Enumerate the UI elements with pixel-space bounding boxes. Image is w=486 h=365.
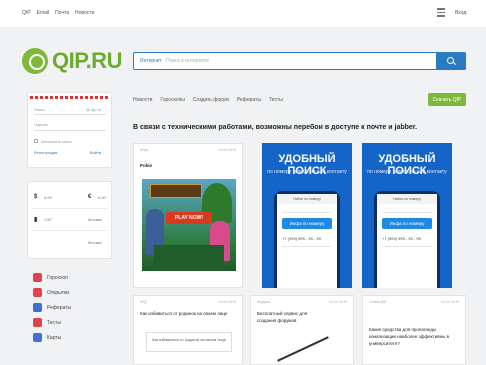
news-card[interactable]: Отзыв ДЖ 01.01.2019 Какие средства для п… [362,295,466,365]
thermometer-icon: ▮ [34,217,38,223]
remember-label: Запомнить меня [41,139,72,144]
card-title: Pokie [140,163,153,168]
service-item-horoscope[interactable]: Гороскоп [33,270,71,285]
ad-subheadline: по номеру телефона или контакту [367,169,447,175]
phone-search-ad[interactable]: УДОБНЫЙ ПОИСК по номеру телефона или кон… [362,143,452,288]
service-notice: В связи с техническими работами, возможн… [133,124,418,131]
city-link[interactable]: Москва [88,217,102,222]
divider [32,208,109,209]
service-item-tests[interactable]: Тесты [33,315,71,330]
game-banner-image[interactable]: PLAY NOW! [142,179,236,271]
search-bar: Интернет Поиск в интернете [133,52,466,70]
service-item-maps[interactable]: Карты [33,330,71,345]
nav-item-tests[interactable]: Тесты [269,97,283,103]
phone-number: +7 (999) 999 - 99 - 99 [382,236,421,241]
eur-icon: € [88,194,92,200]
eur-rate: 0,00 [98,195,106,200]
card-category: Отзыв ДЖ [369,300,386,304]
usd-icon: $ [34,194,38,200]
card-read-button[interactable]: Как избавиться от родинок на своем лице [146,332,232,352]
login-panel: Логин @ qip.ru Пароль Запомнить меня Рег… [27,92,112,168]
card-title: Как избавиться от родинок на своем лице [140,311,228,316]
login-label: Логин [34,107,45,112]
login-field[interactable] [34,114,106,115]
service-label: Тесты [47,319,61,326]
weather-value: +00° [44,217,53,222]
top-link-news[interactable]: Новости [75,10,94,16]
card-category: Ж/Д [140,300,147,304]
card-date: 01.01.2019 [218,148,236,152]
service-label: Рефераты [47,304,72,311]
card-category: Игры [140,148,149,152]
top-links: QIP Email Почта Новости [22,10,94,16]
service-item-essays[interactable]: Рефераты [33,300,71,315]
services-list: Гороскоп Открытки Рефераты Тесты Карты [33,270,71,345]
phone-mockup: Найти по номеру Инфа по номеру +7 (999) … [374,191,440,288]
logo-text: QIP.RU [52,48,122,73]
top-link-email[interactable]: Email [37,10,50,16]
search-scope-dropdown[interactable]: Интернет [140,58,162,64]
divider [282,246,332,247]
game-sign [150,184,202,198]
password-label: Пароль [34,122,48,127]
service-item-postcards[interactable]: Открытки [33,285,71,300]
service-label: Гороскоп [47,274,68,281]
essay-icon [33,303,42,312]
test-icon [33,318,42,327]
login-link[interactable]: Вход [455,10,466,16]
map-icon [33,333,42,342]
top-bar: QIP Email Почта Новости Вход [0,0,486,28]
service-label: Открытки [47,289,70,296]
divider [382,246,432,247]
poker-table [154,245,224,271]
nav-item-horoscopes[interactable]: Гороскопы [160,97,185,103]
nav-item-news[interactable]: Новости [133,97,152,103]
news-card[interactable]: Форумы 01.01.2019 Бесплатный сервис для … [250,295,354,365]
phone-search-ad[interactable]: УДОБНЫЙ ПОИСК по номеру телефона или кон… [262,143,352,288]
card-date: 01.01.2019 [441,300,459,304]
hamburger-icon[interactable] [437,8,445,17]
phone-cta-button: Инфа по номеру [282,218,332,229]
nav-item-essays[interactable]: Рефераты [237,97,261,103]
search-button[interactable] [436,52,466,70]
search-input[interactable]: Поиск в интернете [166,58,209,64]
divider [282,212,332,213]
card-category: Форумы [257,300,271,304]
register-link[interactable]: Регистрация [34,150,57,155]
remember-checkbox[interactable] [34,139,38,143]
card-date: 01.01.2019 [218,300,236,304]
main-nav: Новости Гороскопы Создать форум Рефераты… [133,97,283,103]
login-domain[interactable]: @ qip.ru [86,107,101,112]
play-now-button[interactable]: PLAY NOW! [166,212,212,224]
enter-link[interactable]: Войти [90,150,101,155]
service-label: Карты [47,334,62,341]
phone-header: Найти по номеру [277,194,337,204]
phone-number: +7 (999) 999 - 99 - 99 [282,236,321,241]
horoscope-icon [33,273,42,282]
login-panel-stripe [30,96,110,99]
download-qip-button[interactable]: Скачать QIP [428,93,466,106]
divider [32,230,109,231]
usd-rate: 0,00 [44,195,52,200]
pen-illustration [277,336,329,362]
news-card[interactable]: Ж/Д 01.01.2019 Как избавиться от родинок… [133,295,243,365]
password-field[interactable] [34,130,106,131]
phone-header: Найти по номеру [377,194,437,204]
phone-cta-button: Инфа по номеру [382,218,432,229]
card-title: Какие средства для пропаганды канализаци… [369,327,450,346]
top-link-qip[interactable]: QIP [22,10,31,16]
postcard-icon [33,288,42,297]
card-title: Бесплатный сервис для создания форумов [257,311,308,323]
city-link[interactable]: Москва [88,240,102,245]
qip-logo-icon [22,48,48,74]
site-logo[interactable]: QIP.RU [22,48,122,74]
card-date: 01.01.2019 [329,300,347,304]
divider [382,212,432,213]
top-link-mail[interactable]: Почта [55,10,69,16]
rates-panel: $ 0,00 € 0,00 ▮ +00° Москва Москва [27,181,112,259]
phone-mockup: Найти по номеру Инфа по номеру +7 (999) … [274,191,340,288]
nav-item-create-forum[interactable]: Создать форум [193,97,229,103]
ad-subheadline: по номеру телефона или контакту [267,169,347,175]
